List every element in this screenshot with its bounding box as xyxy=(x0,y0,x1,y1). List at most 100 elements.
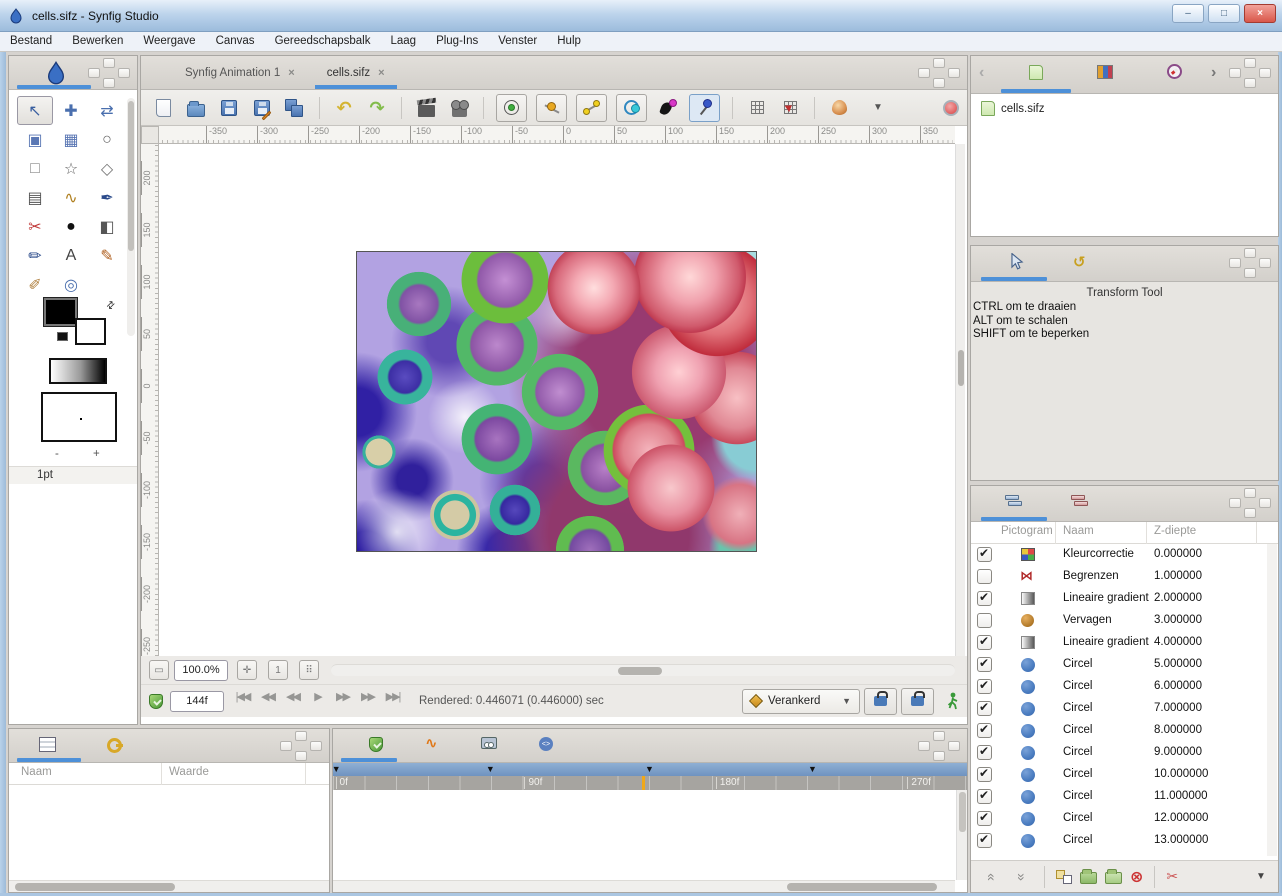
save-icon[interactable] xyxy=(217,96,241,120)
params-horizontal-scrollbar[interactable] xyxy=(9,880,329,892)
decrease-width-button[interactable]: - xyxy=(55,448,59,460)
layer-row[interactable]: Circel 5.000000 xyxy=(971,654,1267,676)
transport-button[interactable]: |◀◀ xyxy=(230,690,255,712)
transport-button[interactable]: ▶▶ xyxy=(355,690,380,712)
grid-icon[interactable] xyxy=(745,96,769,120)
delete-layer-icon[interactable]: ⊗ xyxy=(1130,867,1143,887)
layer-visible-checkbox[interactable] xyxy=(977,701,992,716)
layer-row[interactable]: Circel 6.000000 xyxy=(971,676,1267,698)
column-header-naam[interactable]: Naam xyxy=(1063,525,1094,537)
layer-visible-checkbox[interactable] xyxy=(977,679,992,694)
tool-button[interactable]: ☆ xyxy=(53,154,89,183)
layer-row[interactable]: Begrenzen 1.000000 xyxy=(971,566,1267,588)
column-header-pictogram[interactable]: Pictogram xyxy=(1001,525,1053,537)
transport-button[interactable]: ▶ xyxy=(305,690,330,712)
menu-item[interactable]: Bestand xyxy=(0,32,62,51)
menu-item[interactable]: Gereedschapsbalk xyxy=(265,32,381,51)
more-options-icon[interactable]: ▼ xyxy=(1250,871,1272,882)
zoom-norm-button[interactable]: 1 xyxy=(268,660,288,680)
tool-button[interactable]: ✎ xyxy=(89,241,125,270)
rendered-artwork[interactable] xyxy=(356,251,757,552)
minimize-button[interactable]: – xyxy=(1172,4,1204,23)
tool-button[interactable]: ✐ xyxy=(17,270,53,299)
meta-data-tab-icon[interactable]: <> xyxy=(539,737,553,751)
dock-widget[interactable] xyxy=(1227,58,1275,88)
increase-width-button[interactable]: + xyxy=(93,448,100,460)
fit-canvas-button[interactable]: ⠿ xyxy=(299,660,319,680)
raise-layer-icon[interactable]: « xyxy=(984,866,1000,888)
canvas-vertical-scrollbar[interactable] xyxy=(955,144,965,656)
time-cursor[interactable] xyxy=(642,776,645,790)
document-tab[interactable]: Synfig Animation 1 × xyxy=(169,56,311,89)
close-tab-icon[interactable]: × xyxy=(288,67,294,79)
tool-button[interactable]: ○ xyxy=(89,125,125,154)
redo-icon[interactable]: ↷ xyxy=(365,96,389,120)
layer-row[interactable]: Vervagen 3.000000 xyxy=(971,610,1267,632)
swap-colors-icon[interactable]: ⇄ xyxy=(104,299,118,313)
dock-widget[interactable] xyxy=(1227,248,1275,278)
layer-visible-checkbox[interactable] xyxy=(977,569,992,584)
group-layer-icon[interactable] xyxy=(1056,870,1072,884)
toggle-handle-tooltips-icon[interactable] xyxy=(689,94,720,122)
layer-row[interactable]: Circel 11.000000 xyxy=(971,786,1267,808)
tool-button[interactable]: ✂ xyxy=(17,212,53,241)
column-header-waarde[interactable]: Waarde xyxy=(169,766,209,778)
layer-visible-checkbox[interactable] xyxy=(977,657,992,672)
history-tab-icon[interactable]: ↺ xyxy=(1073,253,1086,271)
default-gradient-swatch[interactable] xyxy=(49,358,107,384)
tool-button[interactable]: ⇄ xyxy=(89,96,125,125)
layer-visible-checkbox[interactable] xyxy=(977,613,992,628)
layer-row[interactable]: Circel 13.000000 xyxy=(971,830,1267,852)
keyframe-marker-icon[interactable]: ▼ xyxy=(645,764,654,775)
library-tab-icon[interactable] xyxy=(1097,65,1113,79)
toolbox-scrollbar[interactable] xyxy=(127,98,135,336)
anchor-dropdown[interactable]: Verankerd ▼ xyxy=(742,689,860,714)
lock-past-keyframe-button[interactable] xyxy=(864,688,897,715)
dock-widget[interactable] xyxy=(278,731,326,761)
layer-row[interactable]: Circel 8.000000 xyxy=(971,720,1267,742)
dock-widget[interactable] xyxy=(916,58,964,88)
zoom-in-button[interactable]: ✛ xyxy=(237,660,257,680)
params-tab-icon[interactable] xyxy=(39,737,56,752)
menu-item[interactable]: Laag xyxy=(380,32,426,51)
dock-widget[interactable] xyxy=(916,731,964,761)
resolution-dropdown-icon[interactable]: ▼ xyxy=(866,96,890,120)
layer-visible-checkbox[interactable] xyxy=(977,789,992,804)
layer-row[interactable]: Circel 9.000000 xyxy=(971,742,1267,764)
menu-item[interactable]: Canvas xyxy=(206,32,265,51)
zoom-level-field[interactable]: 100.0% xyxy=(174,660,228,681)
cut-layer-icon[interactable]: ✂ xyxy=(1166,868,1178,885)
menu-item[interactable]: Plug-Ins xyxy=(426,32,488,51)
navigator-tab-icon[interactable] xyxy=(1167,64,1182,79)
save-as-icon[interactable] xyxy=(250,96,274,120)
tool-button[interactable]: ✒ xyxy=(89,183,125,212)
layer-row[interactable]: Circel 12.000000 xyxy=(971,808,1267,830)
layer-row[interactable]: Lineaire gradient 2.000000 xyxy=(971,588,1267,610)
menu-item[interactable]: Venster xyxy=(488,32,547,51)
children-tab-icon[interactable] xyxy=(481,737,497,749)
layer-row[interactable]: Circel 7.000000 xyxy=(971,698,1267,720)
nav-right-icon[interactable]: › xyxy=(1211,64,1216,82)
tool-button[interactable]: A xyxy=(53,241,89,270)
column-header-naam[interactable]: Naam xyxy=(21,766,52,778)
layers-tab-icon[interactable] xyxy=(1005,495,1023,508)
close-tab-icon[interactable]: × xyxy=(378,67,384,79)
toggle-width-handles-icon[interactable] xyxy=(616,94,647,122)
transport-button[interactable]: ◀◀ xyxy=(280,690,305,712)
undo-icon[interactable]: ↶ xyxy=(332,96,356,120)
transport-button[interactable]: ▶▶| xyxy=(380,690,405,712)
background-color-swatch[interactable] xyxy=(75,318,106,345)
tool-button[interactable]: ◇ xyxy=(89,154,125,183)
keyframe-marker-icon[interactable]: ▼ xyxy=(332,764,341,775)
open-group-icon[interactable] xyxy=(1105,872,1122,884)
dock-widget[interactable] xyxy=(86,58,134,88)
layer-row[interactable]: Kleurcorrectie 0.000000 xyxy=(971,544,1267,566)
menu-item[interactable]: Bewerken xyxy=(62,32,133,51)
timetrack-shield-icon[interactable] xyxy=(149,694,163,709)
tool-button[interactable]: ● xyxy=(53,212,89,241)
toggle-angle-handles-icon[interactable] xyxy=(656,96,680,120)
grid-snap-icon[interactable] xyxy=(778,96,802,120)
preview-icon[interactable] xyxy=(447,96,471,120)
tool-button[interactable]: □ xyxy=(17,154,53,183)
layer-visible-checkbox[interactable] xyxy=(977,591,992,606)
